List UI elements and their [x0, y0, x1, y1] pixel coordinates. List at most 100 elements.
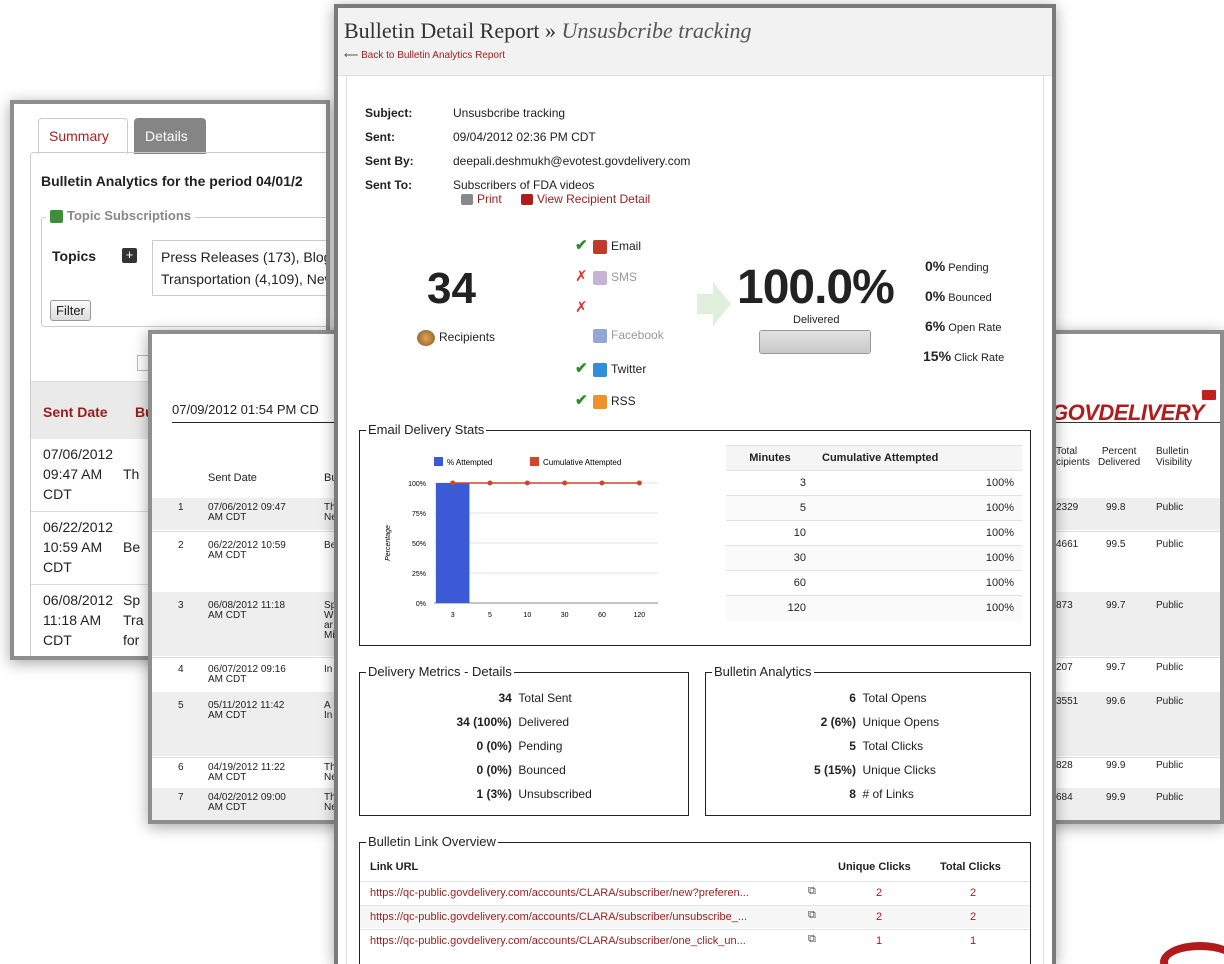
row-total: 684 [1056, 792, 1073, 803]
rate-open: 6% Open Rate [925, 318, 1035, 348]
table-row: 10 100% [726, 520, 1022, 546]
page-title-plain: Bulletin Detail Report » [344, 18, 557, 43]
sentby-label: Sent By: [365, 154, 414, 168]
row-total: 828 [1056, 760, 1073, 771]
delivery-metrics-box: Delivery Metrics - Details 34 Total Sent 3… [359, 664, 690, 816]
corner-logo-fragment [1160, 940, 1224, 964]
x-tick-label: 5 [488, 612, 492, 619]
recipients-count: 34 [427, 264, 476, 313]
metric-label: # of Links [862, 787, 914, 801]
sent-label: Sent: [365, 130, 395, 144]
cell-cumulative: 100% [814, 595, 1022, 621]
cell-cumulative: 100% [814, 520, 1022, 546]
rate-label: Open Rate [948, 322, 1002, 334]
view-recipient-link[interactable]: View Recipient Detail [521, 192, 650, 206]
check-icon: ✔ [575, 392, 588, 409]
page-title: Bulletin Detail Report » Unsusbcribe tra… [344, 18, 752, 44]
line-point [599, 480, 605, 486]
link-overview-box: Bulletin Link Overview Link URL Unique C… [359, 834, 1031, 964]
row-visibility: Public [1156, 696, 1184, 707]
row-time: AM CDT [208, 674, 247, 685]
recipients-label: Recipients [439, 330, 496, 345]
col-visibility-label: Bulletin [1156, 446, 1189, 457]
external-link-icon[interactable]: ⧉ [808, 885, 816, 898]
line-point [562, 480, 568, 486]
metric-label: Unsubscribed [518, 787, 592, 801]
delivered-progress-fill [760, 331, 870, 353]
topic-subscriptions-legend: Topic Subscriptions [46, 208, 195, 224]
metric-label: Total Opens [862, 691, 927, 705]
legend-swatch [434, 457, 443, 466]
metric-value: 6 [849, 691, 856, 705]
table-row: 3 100% [726, 470, 1022, 496]
y-tick-label: 75% [412, 511, 426, 518]
line-point [450, 480, 456, 486]
bar [435, 483, 470, 603]
rate-value: 0% [925, 288, 946, 304]
link-row[interactable]: https://qc-public.govdelivery.com/accoun… [360, 905, 1030, 928]
tab-summary[interactable]: Summary [38, 118, 128, 154]
delivered-label: Delivered [793, 314, 840, 326]
cell-cumulative: 100% [814, 470, 1022, 496]
metric-value: 0 (0%) [476, 739, 512, 753]
row-percent: 99.7 [1106, 662, 1126, 673]
metric-label: Unique Opens [862, 715, 940, 729]
row-subject: Mi [324, 630, 335, 641]
rates-list: 0% Pending 0% Bounced 6% Open Rate 15% C… [923, 258, 1035, 378]
metric-row: 5 (15%) Unique Clicks [706, 763, 1032, 781]
back-link[interactable]: ⟵ Back to Bulletin Analytics Report [344, 50, 505, 61]
cell-minutes: 30 [726, 545, 814, 571]
legend-label: Cumulative Attempted [543, 458, 621, 467]
row-percent: 99.5 [1106, 539, 1126, 550]
channel-facebook: Facebook [575, 328, 664, 346]
y-tick-label: 25% [412, 571, 426, 578]
metric-value: 5 [849, 739, 856, 753]
tab-details[interactable]: Details [134, 118, 206, 154]
cell-cumulative: 100% [814, 495, 1022, 521]
row-number: 5 [178, 700, 184, 711]
metric-value: 8 [849, 787, 856, 801]
links-legend: Bulletin Link Overview [366, 834, 498, 849]
external-link-icon[interactable]: ⧉ [808, 933, 816, 946]
col-total-label: cipients [1056, 457, 1090, 468]
channel-name: Facebook [611, 328, 664, 342]
link-url[interactable]: https://qc-public.govdelivery.com/accoun… [370, 935, 746, 947]
email-stats-legend: Email Delivery Stats [366, 422, 487, 437]
col-sent-date: Sent Date [43, 404, 108, 420]
row-number: 2 [178, 540, 184, 551]
row-total: 3551 [1056, 696, 1079, 707]
filter-button[interactable]: Filter [50, 300, 91, 321]
row-time: AM CDT [208, 772, 247, 783]
link-row[interactable]: https://qc-public.govdelivery.com/accoun… [360, 881, 1030, 904]
link-url[interactable]: https://qc-public.govdelivery.com/accoun… [370, 911, 747, 923]
external-link-icon[interactable]: ⧉ [808, 909, 816, 922]
col-unique-clicks: Unique Clicks [838, 861, 911, 873]
twitter-icon [593, 362, 607, 377]
check-icon: ✔ [575, 237, 588, 254]
cell-minutes: 10 [726, 520, 814, 546]
print-label: Print [477, 192, 502, 206]
metric-label: Bounced [518, 763, 566, 777]
row-subject: Tra [123, 612, 144, 628]
metric-row: 34 Total Sent [360, 691, 690, 709]
x-tick-label: 3 [451, 612, 455, 619]
row-subject: In [324, 664, 333, 675]
metric-row: 34 (100%) Delivered [360, 715, 690, 733]
metric-label: Delivered [518, 715, 570, 729]
row-percent: 99.6 [1106, 696, 1126, 707]
col-cumulative: Cumulative Attempted [814, 445, 1022, 471]
check-icon: ✔ [575, 360, 588, 377]
bulletin-detail-report-window: Bulletin Detail Report » Unsusbcribe tra… [334, 4, 1056, 964]
add-topic-icon[interactable]: + [122, 248, 137, 263]
metrics-legend: Delivery Metrics - Details [366, 664, 514, 679]
col-visibility: Bulletin Visibility [1156, 446, 1192, 468]
print-link[interactable]: Print [461, 192, 502, 206]
bulletin-analytics-box: Bulletin Analytics 6 Total Opens 2 (6%) Uni… [705, 664, 1032, 816]
channel-list: ✔ Email ✗ SMS ✗ Facebook ✔ Twitter ✔ RSS [575, 236, 695, 426]
topics-field[interactable]: Press Releases (173), Blog Transportatio… [152, 240, 326, 296]
row-total: 207 [1056, 662, 1073, 673]
row-subject: Sp [123, 592, 141, 608]
link-url[interactable]: https://qc-public.govdelivery.com/accoun… [370, 887, 749, 899]
analytics-legend: Bulletin Analytics [712, 664, 814, 679]
link-row[interactable]: https://qc-public.govdelivery.com/accoun… [360, 929, 1030, 952]
